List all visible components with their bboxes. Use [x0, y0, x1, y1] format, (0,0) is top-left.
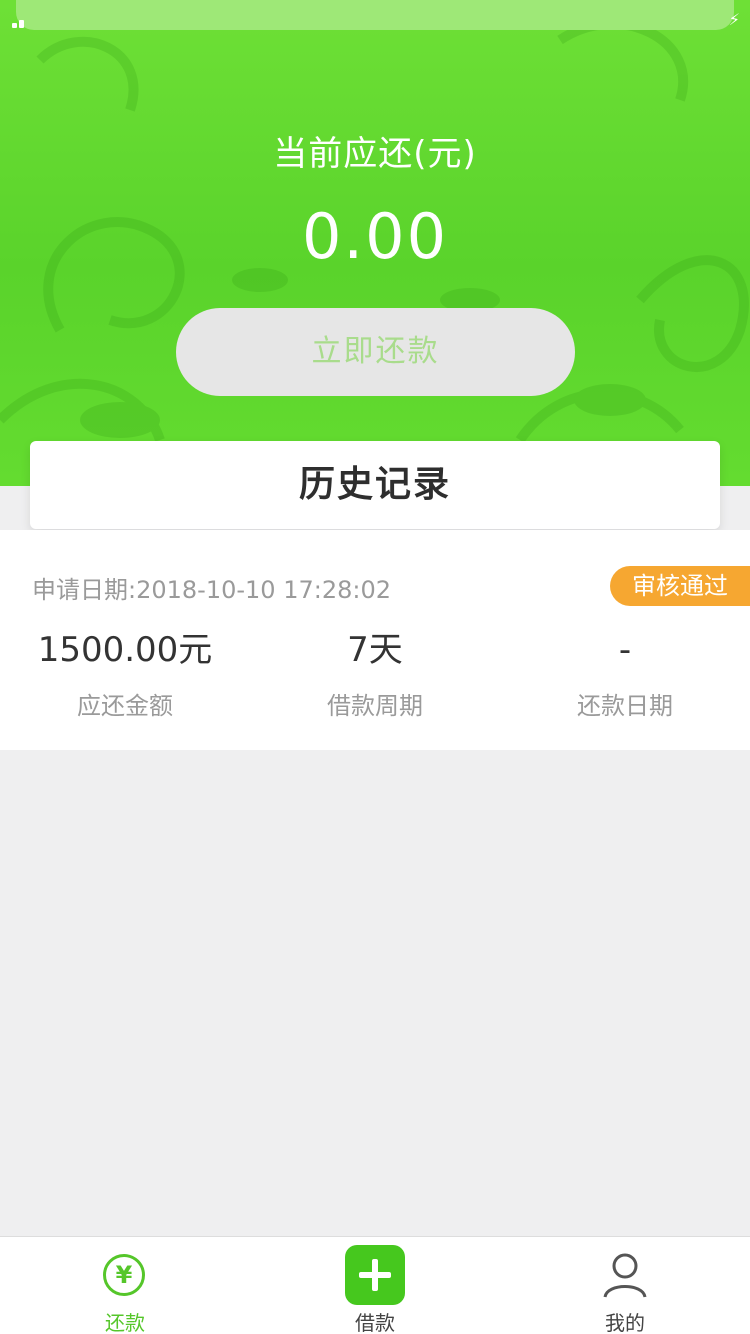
amount-due-value: 1500.00元	[37, 630, 213, 670]
tab-mine-label: 我的	[605, 1311, 645, 1334]
amount-due-column: 1500.00元 应还金额	[0, 626, 250, 721]
bottom-tab-bar: 还款 ¥ 借款 我的	[0, 1236, 750, 1334]
amount-due-label: 应还金额	[77, 692, 173, 720]
loan-period-value: 7天	[347, 630, 403, 670]
loan-period-column: 7天 借款周期	[250, 626, 500, 721]
repayment-header: ⚡ 当前应还(元) 0.00 立即还款	[0, 0, 750, 486]
current-due-amount: 0.00	[301, 200, 449, 273]
repayment-date-label: 还款日期	[577, 692, 673, 720]
notification-banner[interactable]	[16, 0, 734, 30]
history-records-title: 历史记录	[30, 441, 720, 529]
plus-icon[interactable]	[345, 1245, 405, 1305]
repay-now-button[interactable]: 立即还款	[176, 308, 575, 396]
repayment-date-value: -	[618, 630, 632, 670]
status-badge: 审核通过	[610, 566, 750, 606]
loan-period-label: 借款周期	[327, 692, 423, 720]
application-date: 申请日期:2018-10-10 17:28:02	[32, 576, 391, 604]
loan-record[interactable]: 申请日期:2018-10-10 17:28:02 审核通过 1500.00元 应…	[0, 530, 750, 750]
tab-borrow-label: 借款	[355, 1311, 395, 1334]
user-icon[interactable]	[601, 1251, 649, 1299]
charging-icon: ⚡	[728, 10, 740, 29]
signal-icon	[12, 12, 38, 28]
current-due-label: 当前应还(元)	[273, 134, 477, 174]
tab-repayment-label: 还款	[105, 1311, 145, 1334]
yen-circle-icon[interactable]: ¥	[103, 1254, 145, 1296]
repayment-date-column: - 还款日期	[500, 626, 750, 721]
